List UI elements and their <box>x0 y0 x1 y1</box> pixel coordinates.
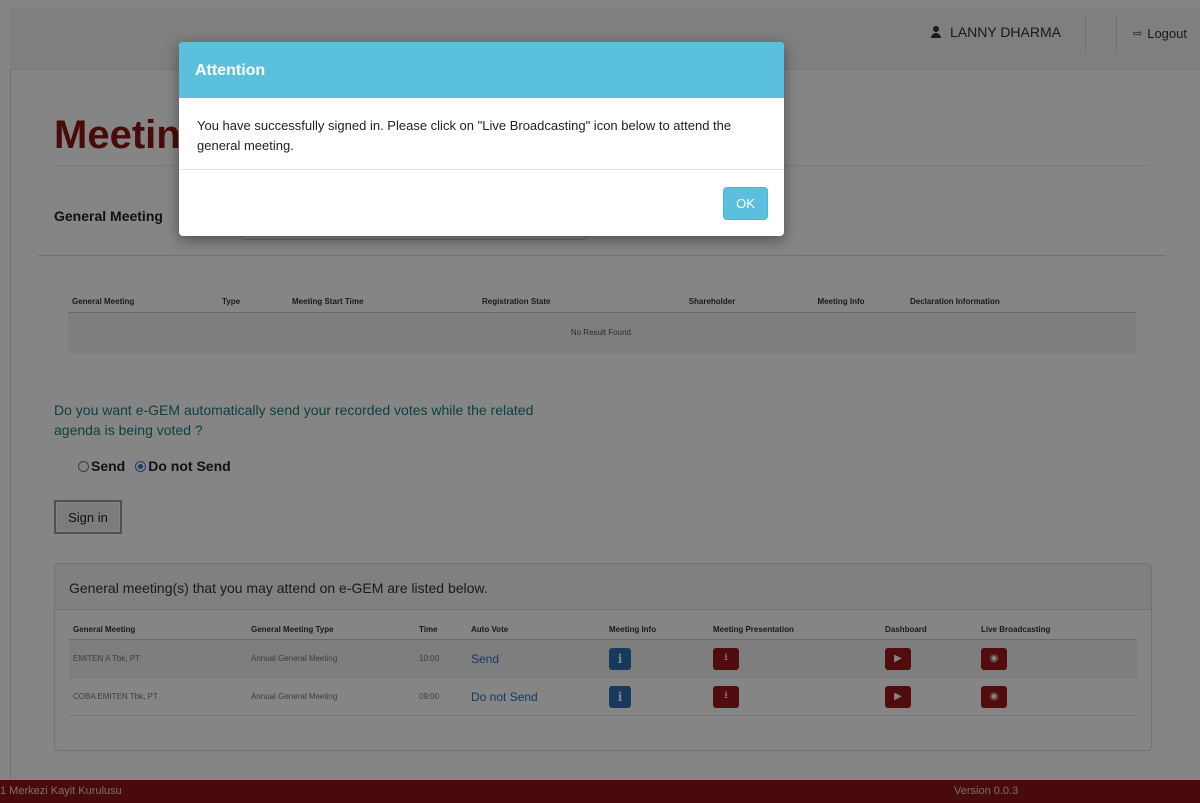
ok-button[interactable]: OK <box>723 187 768 220</box>
modal-message: You have successfully signed in. Please … <box>179 98 784 170</box>
attention-modal: Attention You have successfully signed i… <box>179 42 784 236</box>
modal-title: Attention <box>179 42 784 98</box>
